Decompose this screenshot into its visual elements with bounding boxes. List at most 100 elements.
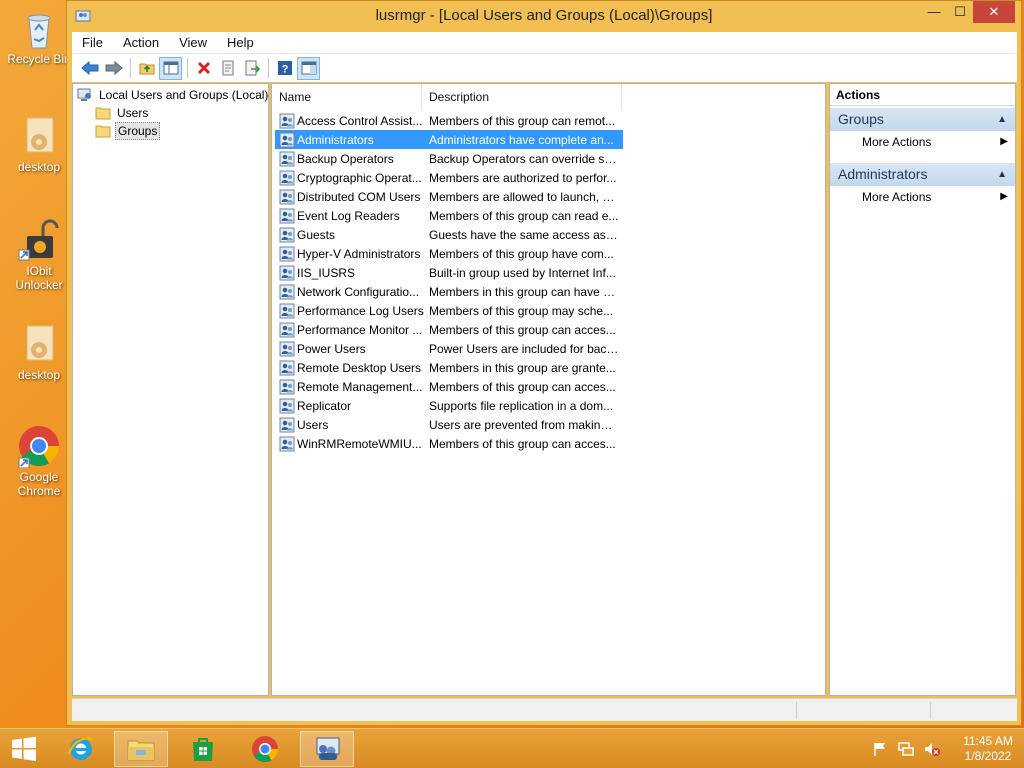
collapse-icon[interactable]: ▲ [997,163,1007,186]
group-row[interactable]: Event Log Readers Members of this group c… [275,206,623,225]
taskbar-internet-explorer[interactable] [54,731,108,767]
close-button[interactable]: ✕ [973,1,1015,23]
group-row[interactable]: Distributed COM Users Members are allowed… [275,187,623,206]
toolbar-separator [187,58,188,78]
back-button[interactable] [78,57,101,80]
desktop-icon-desktop-1[interactable]: desktop [6,114,72,174]
start-button[interactable] [0,731,48,767]
menu-view[interactable]: View [169,35,217,50]
status-bar [72,698,1017,721]
group-description: Supports file replication in a dom... [429,398,614,413]
group-icon [279,208,295,224]
group-row[interactable]: Network Configuratio... Members in this g… [275,282,623,301]
tree-item-label: Local Users and Groups (Local) [99,88,269,102]
maximize-button[interactable]: ☐ [947,1,973,23]
more-actions-item[interactable]: More Actions ▶ [830,131,1015,153]
group-name: Backup Operators [297,151,394,166]
actions-section-header[interactable]: Groups ▲ [830,108,1015,131]
group-name: Power Users [297,341,366,356]
group-name: Cryptographic Operat... [297,170,422,185]
menu-help[interactable]: Help [217,35,264,50]
more-actions-item[interactable]: More Actions ▶ [830,186,1015,208]
back-arrow-icon [80,60,98,76]
desktop-icon-desktop-2[interactable]: desktop [6,322,72,382]
taskbar-chrome[interactable] [238,731,292,767]
status-divider [796,702,797,719]
tree-item-users[interactable]: Users [95,104,150,122]
forward-button[interactable] [102,57,125,80]
volume-muted-icon[interactable] [922,739,942,759]
group-row[interactable]: Remote Desktop Users Members in this grou… [275,358,623,377]
group-row[interactable]: Performance Log Users Members of this gro… [275,301,623,320]
minimize-button[interactable]: — [921,1,947,23]
group-description: Members in this group are grante... [429,360,616,375]
desktop-icon-recycle-bin[interactable]: Recycle Bin [6,6,72,66]
folder-icon [95,107,111,120]
menu-file[interactable]: File [72,35,113,50]
group-icon [279,398,295,414]
folder-icon [95,125,111,138]
group-row[interactable]: Administrators Administrators have comple… [275,130,623,149]
desktop-icon-label: desktop [17,160,61,174]
group-description: Members of this group can acces... [429,436,616,451]
column-header-name[interactable]: Name [272,84,422,110]
actions-section-header[interactable]: Administrators ▲ [830,163,1015,186]
show-hide-action-pane-button[interactable] [297,56,320,80]
mmc-window: lusrmgr - [Local Users and Groups (Local… [66,0,1022,726]
desktop-icon-google-chrome[interactable]: Google Chrome [6,424,72,498]
menu-action[interactable]: Action [113,35,169,50]
group-row[interactable]: IIS_IUSRS Built-in group used by Internet… [275,263,623,282]
group-icon [279,284,295,300]
tree-item-label: Groups [115,122,161,140]
group-icon [279,113,295,129]
properties-icon [222,60,233,76]
more-actions-label: More Actions [862,135,932,149]
group-row[interactable]: Hyper-V Administrators Members of this gr… [275,244,623,263]
tree-item-groups[interactable]: Groups [95,122,161,140]
tree-item-root[interactable]: Local Users and Groups (Local) [77,86,270,104]
show-hide-console-tree-button[interactable] [159,56,182,80]
group-name: Remote Desktop Users [297,360,422,375]
group-name: Users [297,417,329,432]
windows-logo-icon [12,736,36,761]
export-list-button[interactable] [240,57,263,80]
up-one-level-button[interactable] [135,57,158,80]
toolbar-separator [268,58,269,78]
forward-arrow-icon [105,60,123,76]
group-row[interactable]: Cryptographic Operat... Members are autho… [275,168,623,187]
group-icon [279,246,295,262]
desktop-icon-iobit-unlocker[interactable]: IObit Unlocker [6,218,72,292]
column-header-description[interactable]: Description [422,84,622,110]
group-description: Members of this group have com... [429,246,614,261]
action-center-flag-icon[interactable] [870,739,890,759]
group-row[interactable]: Guests Guests have the same access as m..… [275,225,623,244]
group-row[interactable]: Power Users Power Users are included for … [275,339,623,358]
delete-button[interactable] [192,57,215,80]
group-row[interactable]: Backup Operators Backup Operators can ove… [275,149,623,168]
group-row[interactable]: Remote Management... Members of this grou… [275,377,623,396]
group-row[interactable]: Access Control Assist... Members of this … [275,111,623,130]
group-description: Guests have the same access as m... [429,227,619,242]
group-description: Members of this group can read e... [429,208,619,223]
group-description: Power Users are included for back... [429,341,619,356]
group-list: Access Control Assist... Members of this … [275,111,623,453]
help-button[interactable]: ? [273,57,296,80]
more-actions-label: More Actions [862,190,932,204]
group-row[interactable]: WinRMRemoteWMIU... Members of this group … [275,434,623,453]
taskbar-store[interactable] [176,731,230,767]
collapse-icon[interactable]: ▲ [997,108,1007,131]
clock[interactable]: 11:45 AM 1/8/2022 [958,734,1018,764]
taskbar-lusrmgr[interactable] [300,731,354,767]
taskbar-file-explorer[interactable] [114,731,168,767]
desktop-icon-label: Google Chrome [17,470,61,498]
group-name: Hyper-V Administrators [297,246,421,261]
properties-button[interactable] [216,57,239,80]
group-row[interactable]: Replicator Supports file replication in a… [275,396,623,415]
title-bar[interactable]: lusrmgr - [Local Users and Groups (Local… [67,1,1021,32]
store-icon [193,738,213,761]
group-row[interactable]: Users Users are prevented from making ... [275,415,623,434]
group-row[interactable]: Performance Monitor ... Members of this g… [275,320,623,339]
window-title: lusrmgr - [Local Users and Groups (Local… [375,7,713,24]
computer-users-icon [77,88,91,101]
network-icon[interactable] [896,739,916,759]
